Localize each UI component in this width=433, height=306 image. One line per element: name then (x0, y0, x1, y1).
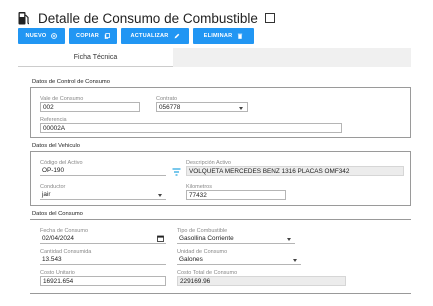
fecha-input[interactable]: 02/04/2024 (40, 234, 166, 244)
new-button-label: NUEVO (25, 33, 47, 39)
delete-button[interactable]: ELIMINAR (193, 28, 254, 44)
tab-strip: Ficha Técnica (18, 48, 411, 67)
chevron-down-icon (239, 106, 243, 110)
copy-icon (104, 33, 110, 39)
section-title-vehiculo: Datos del Vehiculo (32, 143, 81, 149)
tipo-select[interactable]: Gasollina Corriente (177, 234, 295, 244)
codigo-input[interactable]: OP-190 (40, 166, 166, 176)
tab-label: Ficha Técnica (73, 53, 118, 61)
kilometros-field: Kilometros 77432 (186, 184, 286, 200)
form-content: Datos de Control de Consumo Vale de Cons… (30, 67, 411, 306)
costo-total-input: 229169.96 (177, 276, 346, 286)
cantidad-field: Cantidad Consumida 13.543 (40, 249, 166, 265)
add-circle-icon (51, 33, 58, 39)
fecha-field: Fecha de Consumo 02/04/2024 (40, 228, 166, 244)
toolbar: NUEVO COPIAR ACTUALIZAR ELIMINAR (18, 28, 254, 44)
calendar-icon[interactable] (157, 235, 164, 242)
conductor-value: jair (42, 191, 51, 198)
unidad-field: Unidad de Consumo Galones (177, 249, 301, 265)
delete-button-label: ELIMINAR (203, 33, 233, 39)
new-button[interactable]: NUEVO (18, 28, 65, 44)
update-button[interactable]: ACTUALIZAR (121, 28, 189, 44)
kilometros-input[interactable]: 77432 (186, 190, 286, 200)
costo-unitario-field: Costo Unitario 16921.654 (40, 270, 166, 286)
cantidad-input[interactable]: 13.543 (40, 255, 166, 265)
section-title-consumo: Datos del Consumo (32, 211, 83, 217)
conductor-select[interactable]: jair (40, 190, 166, 200)
descripcion-field: Descripción Activo VOLQUETA MERCEDES BEN… (186, 160, 404, 176)
trash-icon (238, 33, 243, 39)
costo-total-field: Costo Total de Consumo 229169.96 (177, 270, 346, 286)
pencil-icon (174, 33, 179, 39)
favorite-checkbox[interactable] (264, 13, 275, 23)
contrato-value: 056778 (159, 104, 181, 111)
vale-input[interactable]: 002 (40, 102, 140, 112)
unidad-value: Galones (179, 256, 203, 263)
referencia-field: Referencia 00002A (40, 117, 342, 133)
fecha-value: 02/04/2024 (42, 235, 74, 242)
fuel-pump-icon (18, 12, 30, 25)
section-bottom-divider (30, 293, 411, 294)
vale-field: Vale de Consumo 002 (40, 96, 140, 112)
contrato-select[interactable]: 056778 (156, 102, 248, 112)
chevron-down-icon (287, 237, 291, 241)
copy-button[interactable]: COPIAR (69, 28, 117, 44)
contrato-field: Contrato 056778 (156, 96, 248, 112)
codigo-field: Código del Activo OP-190 (40, 160, 166, 176)
section-title-control: Datos de Control de Consumo (32, 79, 110, 85)
descripcion-input: VOLQUETA MERCEDES BENZ 1316 PLACAS OMF34… (186, 166, 404, 176)
tab-ficha-tecnica[interactable]: Ficha Técnica (18, 48, 173, 67)
conductor-field: Conductor jair (40, 184, 166, 200)
filter-icon[interactable] (172, 168, 181, 176)
chevron-down-icon (293, 258, 297, 262)
update-button-label: ACTUALIZAR (130, 33, 169, 39)
tipo-field: Tipo de Combustible Gasollina Corriente (177, 228, 295, 244)
referencia-input[interactable]: 00002A (40, 123, 342, 133)
page-title: Detalle de Consumo de Combustible (38, 10, 258, 26)
section-consumo-divider (30, 219, 411, 220)
tipo-value: Gasollina Corriente (179, 235, 234, 242)
chevron-down-icon (158, 193, 162, 197)
costo-unitario-input[interactable]: 16921.654 (40, 276, 166, 286)
unidad-select[interactable]: Galones (177, 255, 301, 265)
page-header: Detalle de Consumo de Combustible (18, 8, 275, 28)
copy-button-label: COPIAR (76, 33, 99, 39)
